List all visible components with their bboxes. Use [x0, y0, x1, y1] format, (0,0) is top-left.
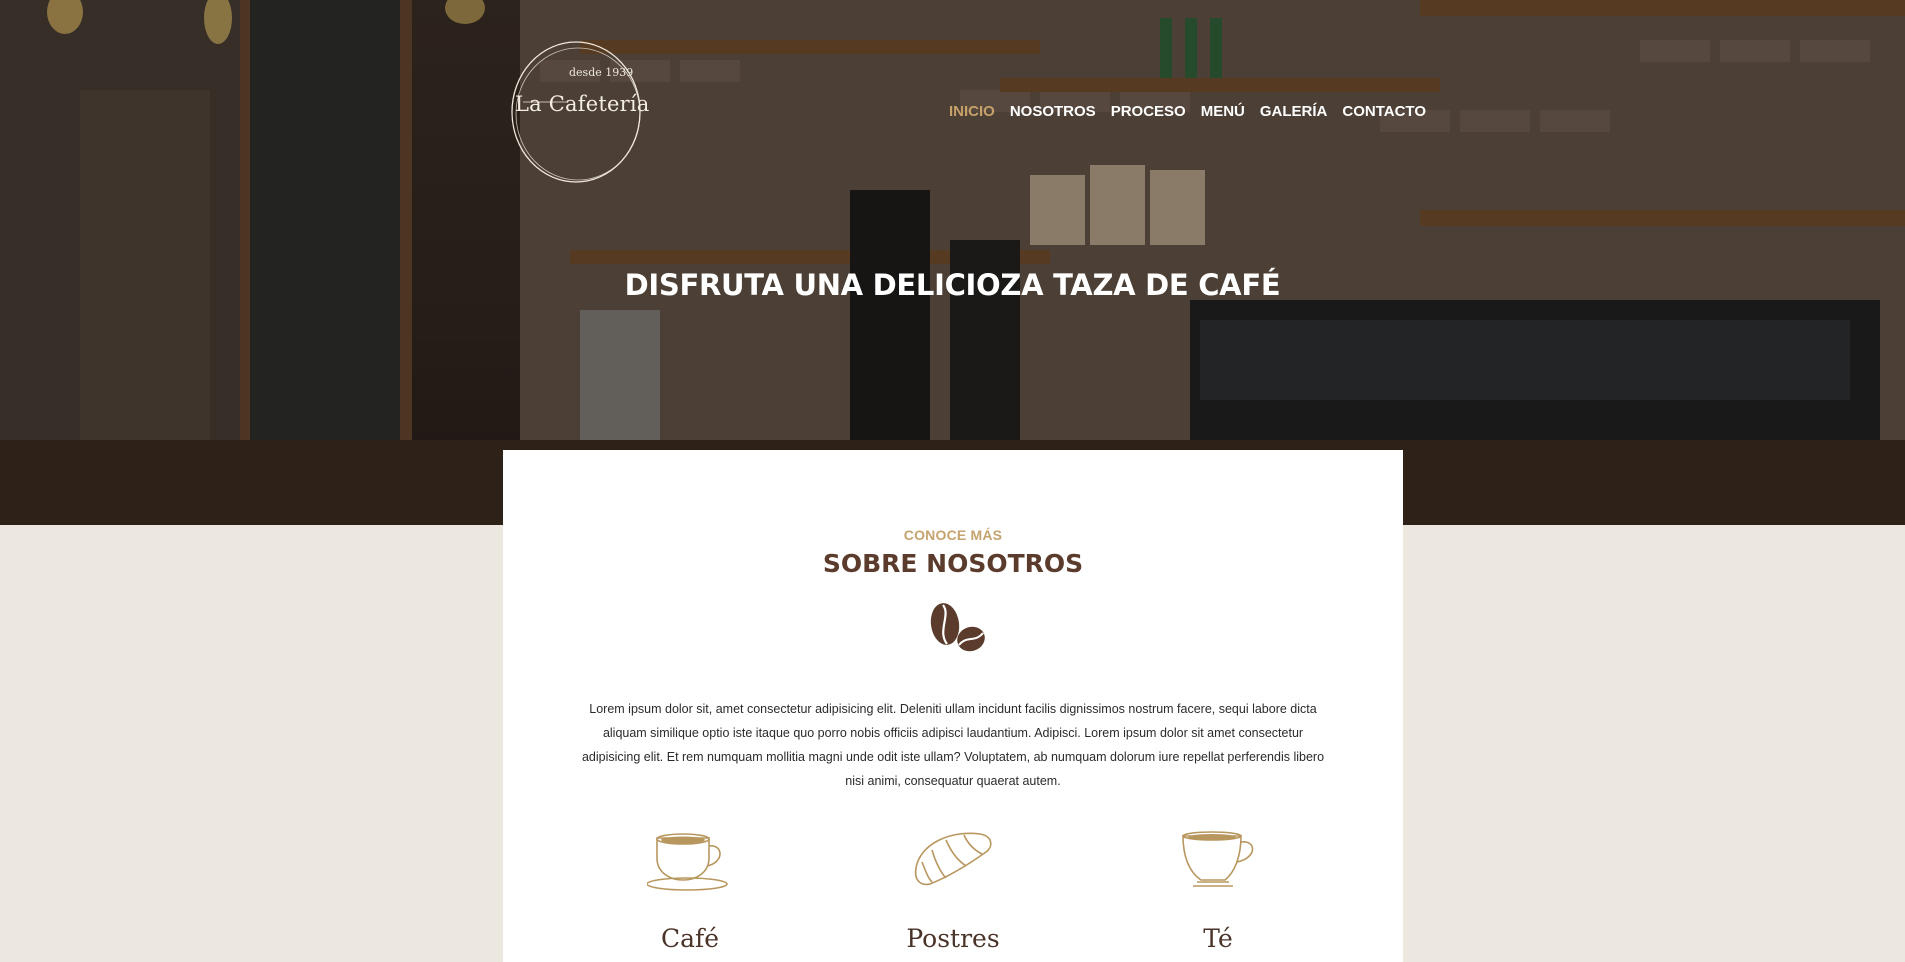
- hero-section: desde 1939 La Cafetería INICIO NOSOTROS …: [0, 0, 1905, 525]
- nav-item-galeria[interactable]: GALERÍA: [1252, 103, 1335, 120]
- main-navigation: INICIO NOSOTROS PROCESO MENÚ GALERÍA CON…: [949, 103, 1433, 120]
- about-paragraph: Lorem ipsum dolor sit, amet consectetur …: [581, 702, 1325, 788]
- tea-cup-icon: [1182, 831, 1254, 887]
- logo-name-text: La Cafetería: [515, 92, 650, 116]
- feature-label-cafe: Café: [660, 924, 720, 953]
- nav-item-nosotros[interactable]: NOSOTROS: [1002, 103, 1103, 120]
- brand-logo[interactable]: desde 1939 La Cafetería: [509, 40, 649, 184]
- feature-label-te: Té: [1203, 924, 1233, 953]
- about-card: CONOCE MÁS SOBRE NOSOTROS Lorem ipsum do…: [503, 450, 1403, 962]
- nav-item-inicio[interactable]: INICIO: [949, 103, 1002, 120]
- hero-overlay: [0, 0, 1905, 525]
- nav-item-menu[interactable]: MENÚ: [1193, 103, 1252, 120]
- feature-tea: Té: [1138, 828, 1298, 953]
- section-eyebrow: CONOCE MÁS: [903, 527, 1003, 543]
- feature-coffee: Café: [610, 828, 770, 953]
- nav-item-contacto[interactable]: CONTACTO: [1335, 103, 1434, 120]
- nav-item-proceso[interactable]: PROCESO: [1103, 103, 1193, 120]
- hero-title: DISFRUTA UNA DELICIOZA TAZA DE CAFÉ: [624, 268, 1281, 302]
- coffee-beans-icon: [930, 603, 985, 652]
- logo-since-text: desde 1939: [569, 66, 634, 79]
- section-title: SOBRE NOSOTROS: [822, 549, 1084, 578]
- coffee-cup-icon: [647, 833, 728, 891]
- feature-label-postres: Postres: [906, 924, 1000, 953]
- croissant-icon: [914, 832, 992, 886]
- feature-desserts: Postres: [873, 828, 1033, 953]
